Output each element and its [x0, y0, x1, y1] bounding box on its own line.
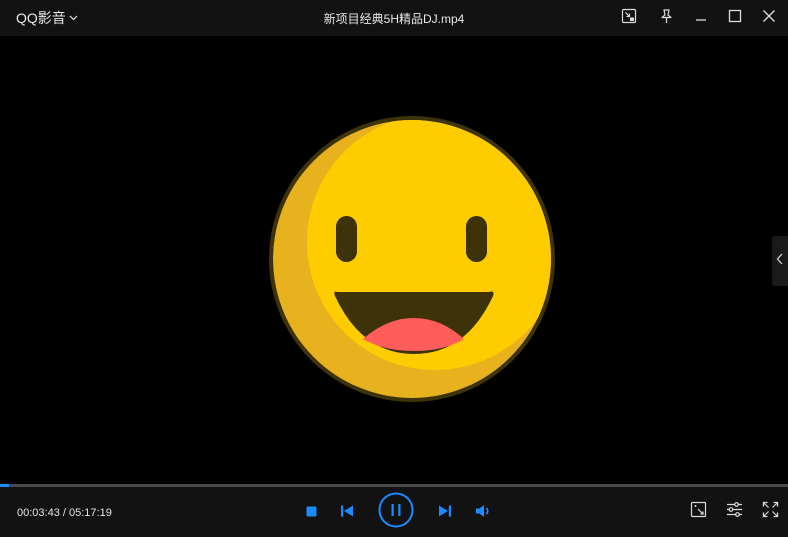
pause-button[interactable]	[378, 492, 414, 533]
close-icon	[762, 9, 776, 28]
settings-button[interactable]	[724, 502, 744, 522]
pin-button[interactable]	[655, 7, 677, 29]
time-separator: /	[59, 507, 69, 519]
volume-icon	[475, 504, 493, 523]
stop-button[interactable]	[302, 504, 320, 522]
app-menu-button[interactable]: QQ影音	[16, 9, 78, 27]
pause-icon	[378, 492, 414, 533]
maximize-button[interactable]	[724, 7, 746, 29]
skip-next-icon	[438, 504, 452, 522]
mini-mode-icon	[621, 8, 637, 29]
screenshot-icon	[690, 501, 707, 523]
app-menu-label: QQ影音	[16, 10, 66, 26]
chevron-left-icon	[776, 252, 784, 270]
time-display: 00:03:43 / 05:17:19	[17, 507, 112, 519]
control-bar: 00:03:43 / 05:17:19	[0, 487, 788, 537]
mini-mode-button[interactable]	[618, 7, 640, 29]
title-bar: QQ影音 新项目经典5H精品DJ.mp4	[0, 0, 788, 36]
chevron-down-icon	[69, 15, 78, 21]
previous-button[interactable]	[338, 504, 356, 522]
screenshot-button[interactable]	[688, 501, 708, 523]
volume-button[interactable]	[474, 503, 494, 523]
smiley-face-image	[269, 116, 555, 402]
minimize-icon	[694, 9, 708, 28]
total-time: 05:17:19	[69, 507, 112, 519]
minimize-button[interactable]	[690, 7, 712, 29]
skip-previous-icon	[340, 504, 354, 522]
fullscreen-button[interactable]	[760, 501, 780, 523]
video-area[interactable]	[0, 36, 788, 484]
next-button[interactable]	[436, 504, 454, 522]
fullscreen-icon	[762, 501, 779, 523]
current-time: 00:03:43	[17, 507, 60, 519]
close-button[interactable]	[758, 7, 780, 29]
stop-icon	[306, 504, 317, 522]
side-panel-toggle[interactable]	[772, 236, 788, 286]
equalizer-settings-icon	[726, 501, 743, 523]
pin-icon	[658, 8, 674, 29]
maximize-icon	[728, 9, 742, 28]
